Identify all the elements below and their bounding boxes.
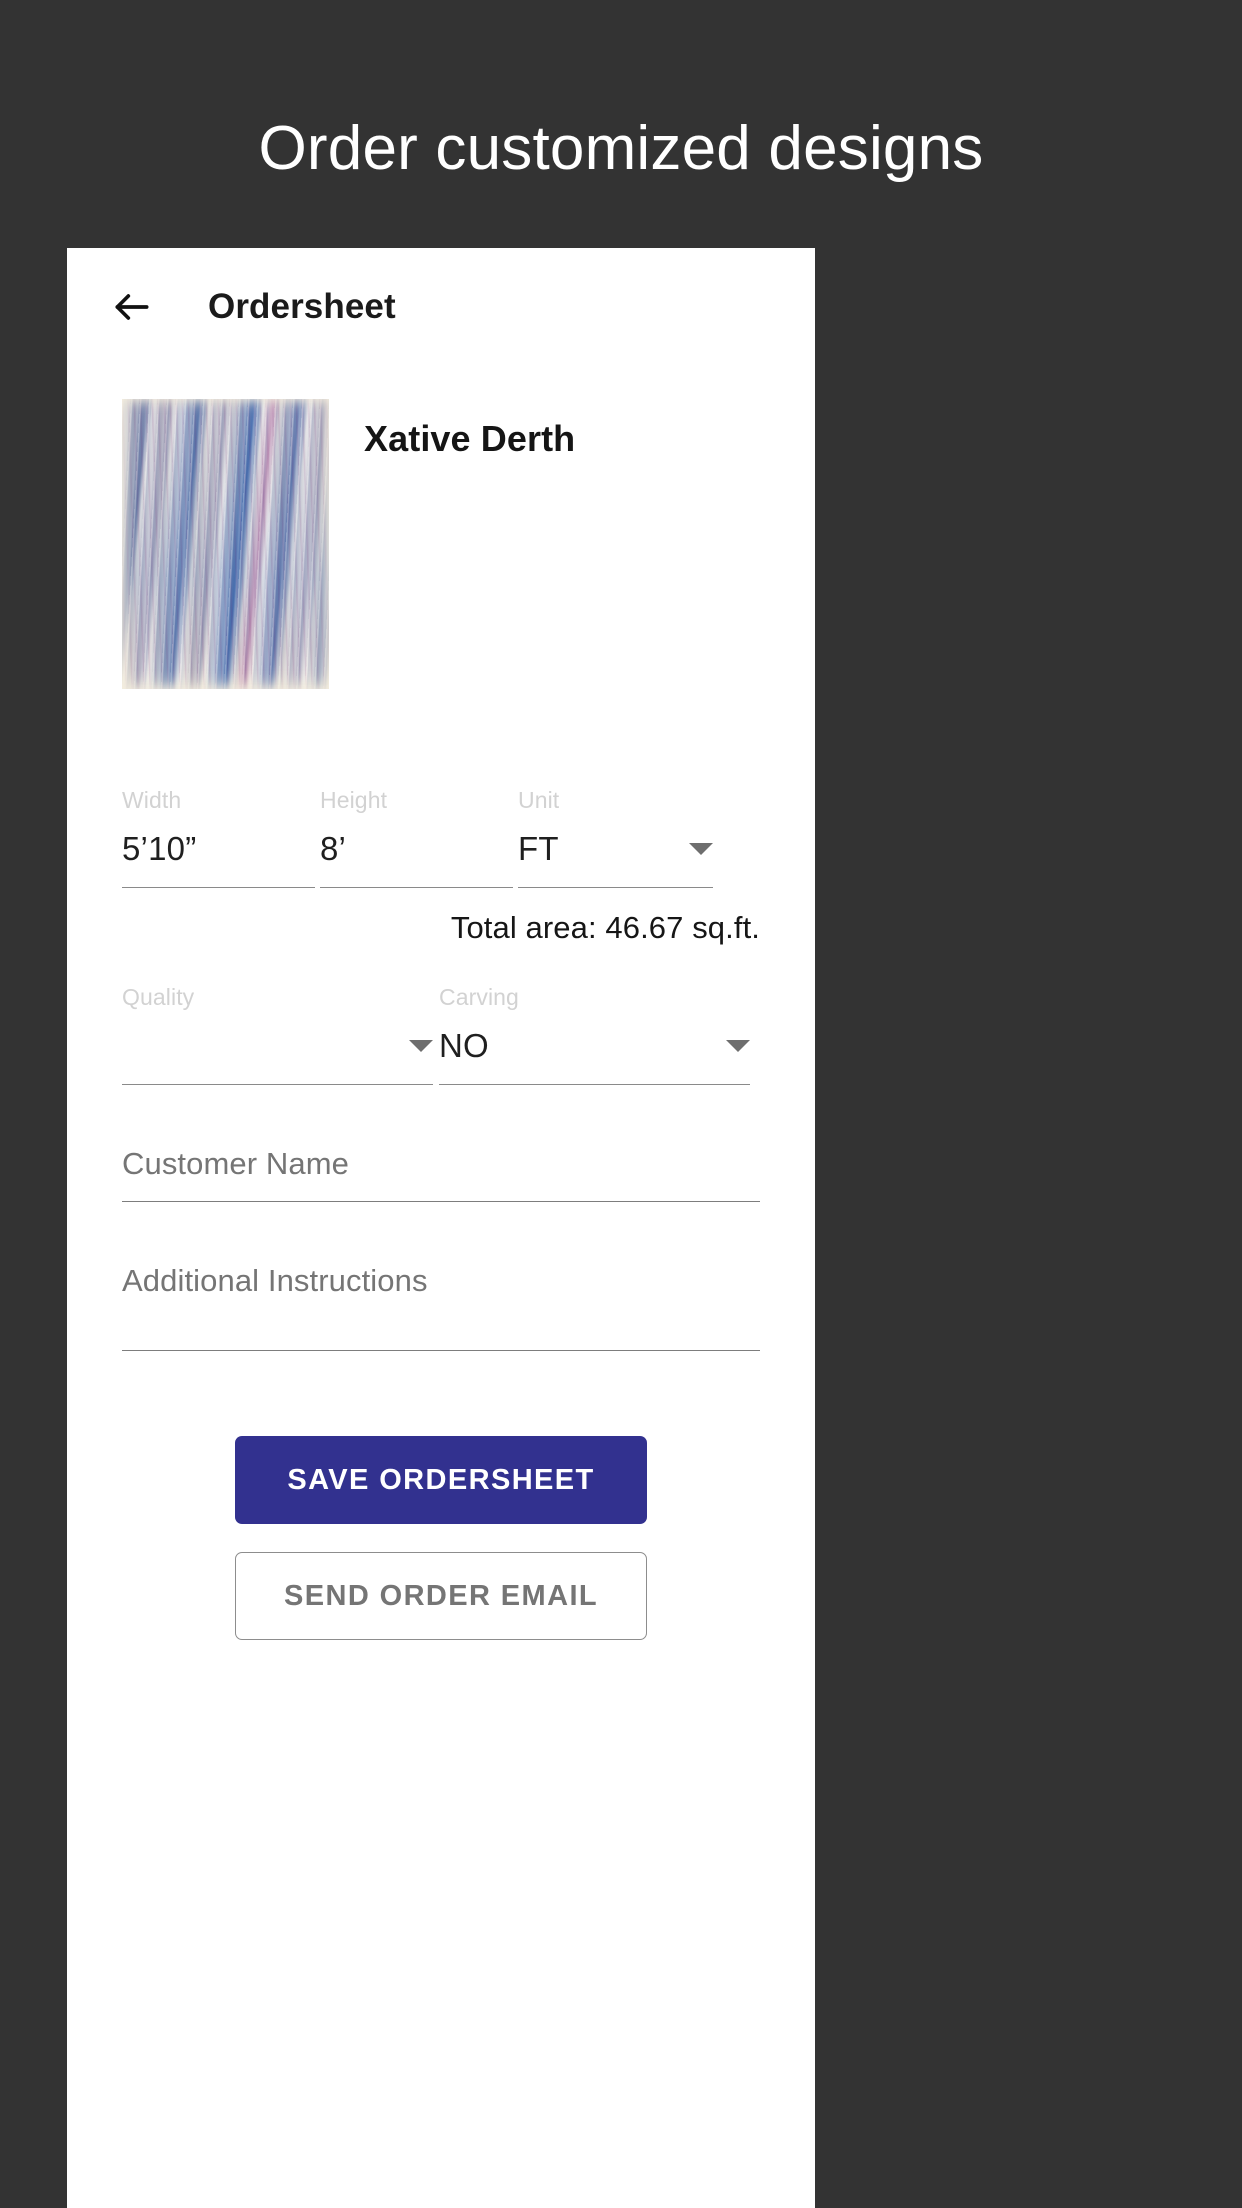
options-row: Quality Carving NO: [122, 964, 760, 1085]
width-label: Width: [122, 787, 182, 813]
artwork-edge-overlay: [122, 399, 329, 689]
height-field[interactable]: Height 8’: [320, 767, 513, 888]
send-order-email-button[interactable]: SEND ORDER EMAIL: [235, 1552, 647, 1641]
width-underline: [122, 887, 315, 888]
width-field[interactable]: Width 5’10”: [122, 767, 315, 888]
customer-name-input[interactable]: Customer Name: [122, 1147, 760, 1181]
carving-field[interactable]: Carving NO: [439, 964, 750, 1085]
unit-field[interactable]: Unit FT: [518, 767, 713, 888]
product-name: Xative Derth: [364, 418, 576, 459]
customer-name-field[interactable]: Customer Name: [122, 1147, 760, 1202]
ordersheet-form: Width 5’10” Height 8’ Unit FT Total area…: [67, 767, 815, 1641]
back-arrow-button[interactable]: [101, 276, 163, 338]
height-underline: [320, 887, 513, 888]
total-area-text: Total area: 46.67 sq.ft.: [450, 910, 760, 945]
additional-instructions-underline: [122, 1350, 760, 1352]
unit-underline: [518, 887, 713, 888]
unit-label: Unit: [518, 787, 560, 813]
app-bar: Ordersheet: [67, 248, 815, 366]
screenshot-root: Order customized designs Ordersheet Xati…: [0, 0, 1242, 2208]
phone-screenshot-card: Ordersheet Xative Derth Width 5’10” Heig…: [67, 248, 815, 2208]
action-buttons: SAVE ORDERSHEET SEND ORDER EMAIL: [122, 1436, 760, 1641]
product-thumbnail[interactable]: [122, 399, 329, 689]
additional-instructions-field[interactable]: Additional Instructions: [122, 1264, 760, 1352]
carving-underline: [439, 1084, 750, 1085]
carving-selected-value[interactable]: NO: [439, 1028, 489, 1067]
chevron-down-icon[interactable]: [726, 1040, 750, 1052]
chevron-down-icon[interactable]: [409, 1040, 433, 1052]
chevron-down-icon[interactable]: [689, 843, 713, 855]
quality-underline: [122, 1084, 433, 1085]
additional-instructions-input[interactable]: Additional Instructions: [122, 1264, 760, 1298]
page-title: Ordersheet: [208, 287, 396, 326]
height-label: Height: [320, 787, 388, 813]
width-input[interactable]: 5’10”: [122, 831, 315, 870]
promo-headline: Order customized designs: [258, 114, 984, 183]
product-summary: Xative Derth: [67, 366, 815, 689]
arrow-left-icon: [110, 285, 154, 329]
save-ordersheet-button[interactable]: SAVE ORDERSHEET: [235, 1436, 647, 1525]
customer-name-underline: [122, 1200, 760, 1202]
dimensions-row: Width 5’10” Height 8’ Unit FT: [122, 767, 760, 888]
height-input[interactable]: 8’: [320, 831, 513, 870]
unit-selected-value[interactable]: FT: [518, 831, 559, 870]
carving-label: Carving: [439, 984, 519, 1010]
quality-field[interactable]: Quality: [122, 964, 433, 1085]
quality-label: Quality: [122, 984, 195, 1010]
